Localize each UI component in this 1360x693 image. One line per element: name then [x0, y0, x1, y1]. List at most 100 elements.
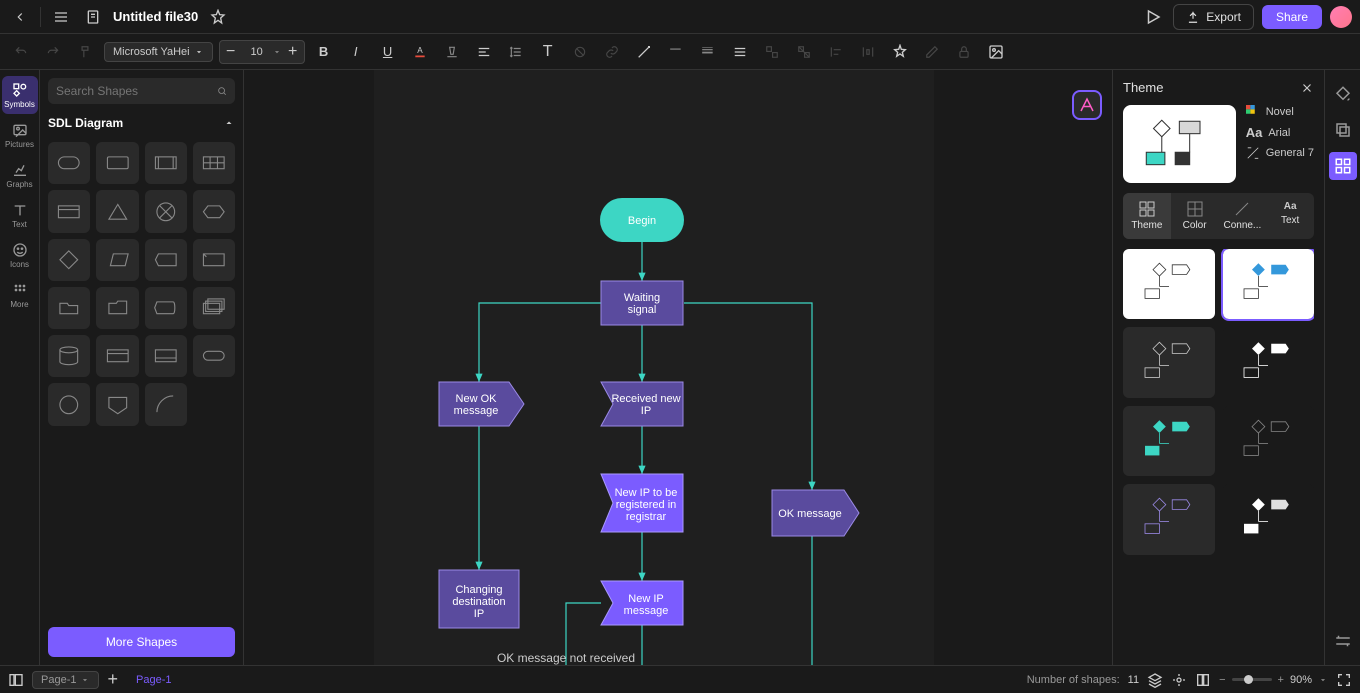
shape-triangle[interactable]	[96, 190, 138, 232]
layers-button[interactable]	[1329, 116, 1357, 144]
file-title[interactable]: Untitled file30	[113, 9, 198, 24]
node-waiting[interactable]: Waiting signal	[601, 281, 683, 325]
font-color-button[interactable]: A	[407, 39, 433, 65]
align-button[interactable]	[823, 39, 849, 65]
group-button[interactable]	[759, 39, 785, 65]
shape-header[interactable]	[48, 190, 90, 232]
theme-option-7[interactable]	[1123, 484, 1215, 554]
link-button[interactable]	[599, 39, 625, 65]
fullscreen-button[interactable]	[1336, 672, 1352, 688]
font-size-increase[interactable]: +	[282, 41, 304, 63]
export-button[interactable]: Export	[1173, 4, 1254, 30]
node-changing[interactable]: Changing destination IP	[439, 570, 519, 628]
line-spacing-button[interactable]	[503, 39, 529, 65]
tab-text[interactable]: AaText	[1266, 193, 1314, 239]
shape-display[interactable]	[145, 287, 187, 329]
tab-connector[interactable]: Conne...	[1219, 193, 1267, 239]
shape-hexagon[interactable]	[193, 190, 235, 232]
shape-database[interactable]	[48, 335, 90, 377]
image-button[interactable]	[983, 39, 1009, 65]
zoom-in[interactable]: +	[1278, 674, 1284, 686]
underline-button[interactable]: U	[375, 39, 401, 65]
rail-graphs[interactable]: Graphs	[2, 156, 38, 194]
fill-button[interactable]	[1329, 80, 1357, 108]
canvas[interactable]: Begin Waiting signal New OK message Rece…	[244, 70, 1112, 665]
redo-button[interactable]	[40, 39, 66, 65]
shape-circle[interactable]	[48, 383, 90, 425]
shape-subheader2[interactable]	[145, 335, 187, 377]
clear-format-button[interactable]	[567, 39, 593, 65]
page-select[interactable]: Page-1	[32, 671, 99, 689]
theme-option-5[interactable]	[1123, 406, 1215, 476]
italic-button[interactable]: I	[343, 39, 369, 65]
format-painter-button[interactable]	[72, 39, 98, 65]
edit-button[interactable]	[919, 39, 945, 65]
rail-text[interactable]: Text	[2, 196, 38, 234]
shape-circle-x[interactable]	[145, 190, 187, 232]
shape-terminator[interactable]	[48, 142, 90, 184]
ai-assist-button[interactable]	[1072, 90, 1102, 120]
node-begin[interactable]: Begin	[600, 198, 684, 242]
document-icon[interactable]	[81, 5, 105, 29]
rail-more[interactable]: More	[2, 276, 38, 314]
shape-folder2[interactable]	[96, 287, 138, 329]
font-size-decrease[interactable]: −	[220, 41, 242, 63]
node-okmsg[interactable]: OK message	[772, 490, 859, 536]
back-button[interactable]	[8, 5, 32, 29]
theme-option-3[interactable]	[1123, 327, 1215, 397]
node-newip-reg[interactable]: New IP to be registered in registrar	[601, 474, 683, 532]
pages-panel-button[interactable]	[8, 672, 24, 688]
bold-button[interactable]: B	[311, 39, 337, 65]
theme-button[interactable]	[1329, 152, 1357, 180]
play-button[interactable]	[1141, 5, 1165, 29]
shape-stack[interactable]	[193, 287, 235, 329]
shape-tab-left[interactable]	[145, 239, 187, 281]
zoom-value[interactable]: 90%	[1290, 674, 1312, 686]
zoom-slider[interactable]	[1232, 678, 1272, 681]
line-weight-button[interactable]	[695, 39, 721, 65]
shape-process[interactable]	[96, 142, 138, 184]
shape-parallelogram[interactable]	[96, 239, 138, 281]
shape-card[interactable]	[193, 239, 235, 281]
node-newip-msg[interactable]: New IP message	[601, 581, 683, 625]
book-button[interactable]	[1195, 672, 1211, 688]
shape-predefined[interactable]	[145, 142, 187, 184]
connector-button[interactable]	[631, 39, 657, 65]
shape-section-header[interactable]: SDL Diagram	[48, 112, 235, 134]
focus-button[interactable]	[1171, 672, 1187, 688]
shape-arc[interactable]	[145, 383, 187, 425]
rail-icons[interactable]: Icons	[2, 236, 38, 274]
shape-table[interactable]	[193, 142, 235, 184]
node-newok[interactable]: New OK message	[439, 382, 524, 426]
highlight-button[interactable]	[439, 39, 465, 65]
theme-option-1[interactable]	[1123, 249, 1215, 319]
close-icon[interactable]	[1300, 81, 1314, 95]
search-input[interactable]	[56, 84, 211, 98]
font-size-value[interactable]: 10	[242, 46, 272, 58]
rail-pictures[interactable]: Pictures	[2, 116, 38, 154]
tab-color[interactable]: Color	[1171, 193, 1219, 239]
settings-button[interactable]	[1329, 627, 1357, 655]
distribute-button[interactable]	[855, 39, 881, 65]
chevron-down-icon[interactable]	[1318, 675, 1328, 685]
menu-button[interactable]	[49, 5, 73, 29]
add-page-button[interactable]: +	[107, 669, 118, 690]
font-family-select[interactable]: Microsoft YaHei	[104, 42, 213, 62]
star-icon[interactable]	[206, 5, 230, 29]
more-shapes-button[interactable]: More Shapes	[48, 627, 235, 657]
shape-diamond[interactable]	[48, 239, 90, 281]
layers-toggle[interactable]	[1147, 672, 1163, 688]
rail-symbols[interactable]: Symbols	[2, 76, 38, 114]
share-button[interactable]: Share	[1262, 5, 1322, 29]
align-text-button[interactable]	[471, 39, 497, 65]
ungroup-button[interactable]	[791, 39, 817, 65]
node-received[interactable]: Received new IP	[601, 382, 683, 426]
shape-pill[interactable]	[193, 335, 235, 377]
chevron-down-icon[interactable]	[272, 47, 282, 57]
shape-subheader[interactable]	[96, 335, 138, 377]
lock-button[interactable]	[951, 39, 977, 65]
shape-shield[interactable]	[96, 383, 138, 425]
shape-folder[interactable]	[48, 287, 90, 329]
text-tool-button[interactable]: T	[535, 39, 561, 65]
zoom-out[interactable]: −	[1219, 674, 1225, 686]
